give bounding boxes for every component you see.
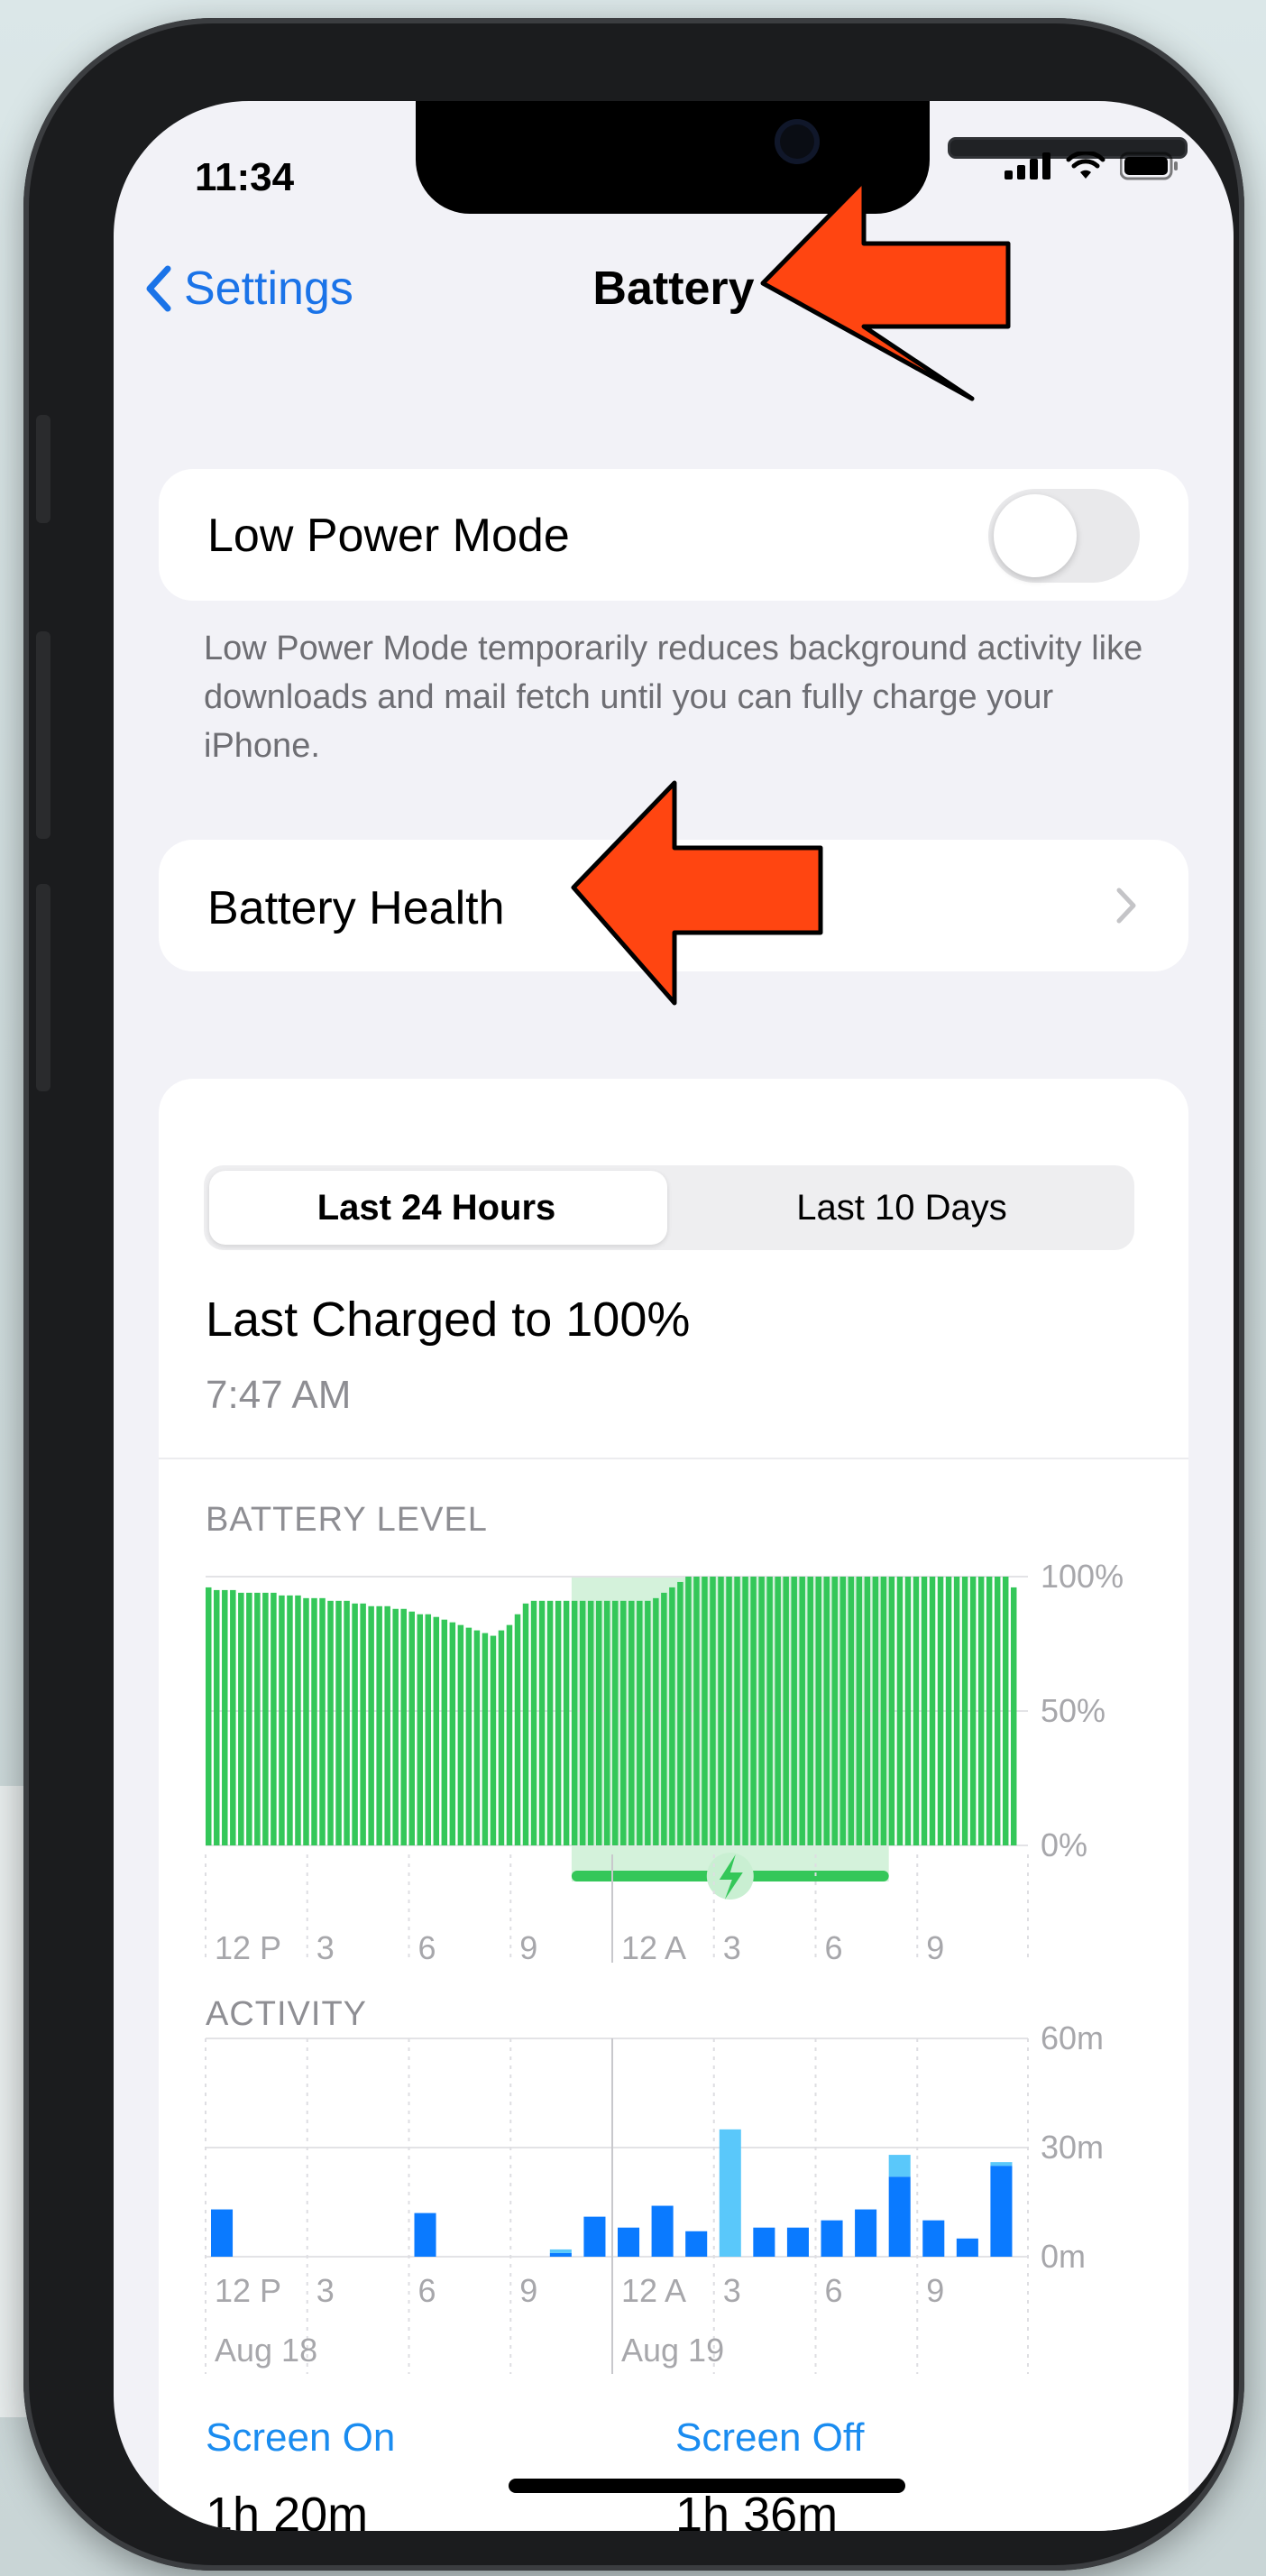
toggle-knob bbox=[994, 494, 1077, 577]
battery-icon bbox=[1120, 152, 1178, 180]
camera-icon bbox=[775, 119, 820, 164]
segment-last-24-hours[interactable]: Last 24 Hours bbox=[204, 1165, 669, 1250]
page-title: Battery bbox=[592, 262, 755, 315]
status-time: 11:34 bbox=[195, 155, 295, 199]
last-charged-title: Last Charged to 100% bbox=[206, 1293, 691, 1347]
screen-off-value: 1h 36m bbox=[675, 2488, 839, 2531]
wifi-icon bbox=[1066, 152, 1105, 179]
low-power-card: Low Power Mode bbox=[159, 469, 1188, 601]
screen-on-value: 1h 20m bbox=[206, 2488, 369, 2531]
phone-frame: 11:34 Settings Battery Low Power Mode Lo… bbox=[23, 18, 1244, 2571]
screen-on-label: Screen On bbox=[206, 2415, 396, 2460]
arrow-to-battery-title bbox=[760, 178, 1011, 401]
low-power-toggle[interactable] bbox=[988, 489, 1140, 583]
low-power-footnote: Low Power Mode temporarily reduces backg… bbox=[204, 630, 1143, 765]
battery-level-heading: BATTERY LEVEL bbox=[206, 1501, 488, 1539]
chevron-right-icon bbox=[1116, 888, 1136, 924]
time-range-segmented-control: Last 24 Hours Last 10 Days bbox=[204, 1165, 1134, 1250]
arrow-to-battery-health bbox=[571, 780, 823, 1006]
last-charged-time: 7:47 AM bbox=[206, 1373, 352, 1417]
battery-health-label: Battery Health bbox=[207, 882, 505, 934]
screen-off-label: Screen Off bbox=[675, 2415, 865, 2460]
segment-last-10-days[interactable]: Last 10 Days bbox=[669, 1165, 1134, 1250]
status-icons bbox=[1005, 152, 1179, 180]
screen: 11:34 Settings Battery Low Power Mode Lo… bbox=[114, 101, 1234, 2531]
activity-heading: ACTIVITY bbox=[206, 1995, 368, 2033]
home-indicator bbox=[509, 2479, 905, 2493]
low-power-label: Low Power Mode bbox=[207, 510, 570, 562]
divider bbox=[159, 1458, 1188, 1459]
